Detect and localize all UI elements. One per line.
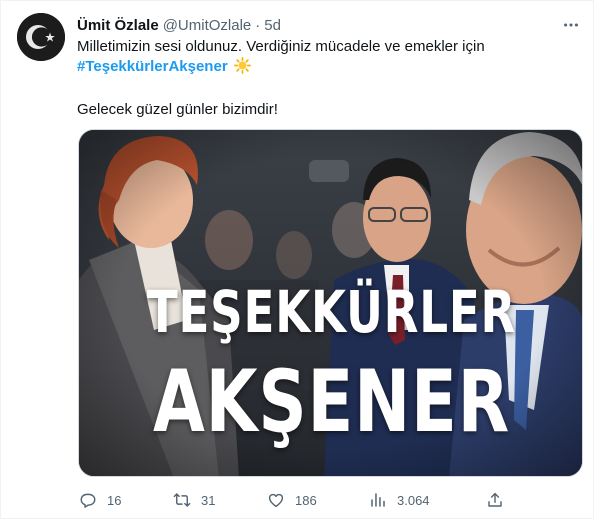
sun-icon bbox=[233, 57, 251, 80]
more-options-button[interactable] bbox=[561, 15, 581, 35]
more-horizontal-icon bbox=[564, 23, 578, 27]
views-bar-chart-icon bbox=[371, 493, 385, 507]
tweet-text: Milletimizin sesi oldunuz. Verdiğiniz mü… bbox=[77, 37, 577, 120]
like-button[interactable]: 186 bbox=[267, 491, 317, 509]
reply-count: 16 bbox=[107, 492, 122, 508]
tweet-line-3: Gelecek güzel günler bizimdir! bbox=[77, 101, 278, 118]
reply-icon bbox=[80, 493, 96, 508]
tweet-photo[interactable]: TEŞEKKÜRLER AKŞENER bbox=[78, 129, 583, 477]
like-count: 186 bbox=[295, 492, 317, 508]
retweet-icon bbox=[173, 493, 191, 507]
separator-dot: · bbox=[255, 16, 261, 34]
tweet-header: Ümit Özlale @UmitOzlale · 5d bbox=[77, 15, 553, 35]
heart-icon bbox=[268, 493, 284, 508]
hashtag-link[interactable]: #TeşekkürlerAkşener bbox=[77, 58, 228, 75]
tweet-card[interactable]: Ümit Özlale @UmitOzlale · 5d Milletimizi… bbox=[0, 0, 594, 519]
photo-overlay-title: TEŞEKKÜRLER bbox=[146, 278, 517, 346]
display-name[interactable]: Ümit Özlale bbox=[77, 17, 159, 34]
crescent-star-icon bbox=[17, 13, 65, 61]
retweet-count: 31 bbox=[201, 492, 216, 508]
views-count: 3.064 bbox=[397, 492, 430, 508]
user-handle[interactable]: @UmitOzlale bbox=[163, 17, 252, 34]
photo-overlay-name: AKŞENER bbox=[152, 352, 511, 452]
reply-button[interactable]: 16 bbox=[79, 491, 121, 509]
retweet-button[interactable]: 31 bbox=[173, 491, 215, 509]
share-button[interactable] bbox=[486, 491, 504, 509]
tweet-actions: 16 31 186 3.064 bbox=[71, 487, 511, 513]
timestamp[interactable]: 5d bbox=[264, 17, 281, 34]
views-button[interactable]: 3.064 bbox=[369, 491, 430, 509]
share-upload-icon bbox=[488, 492, 502, 507]
avatar[interactable] bbox=[17, 13, 65, 61]
tweet-line-1: Milletimizin sesi oldunuz. Verdiğiniz mü… bbox=[77, 38, 485, 55]
